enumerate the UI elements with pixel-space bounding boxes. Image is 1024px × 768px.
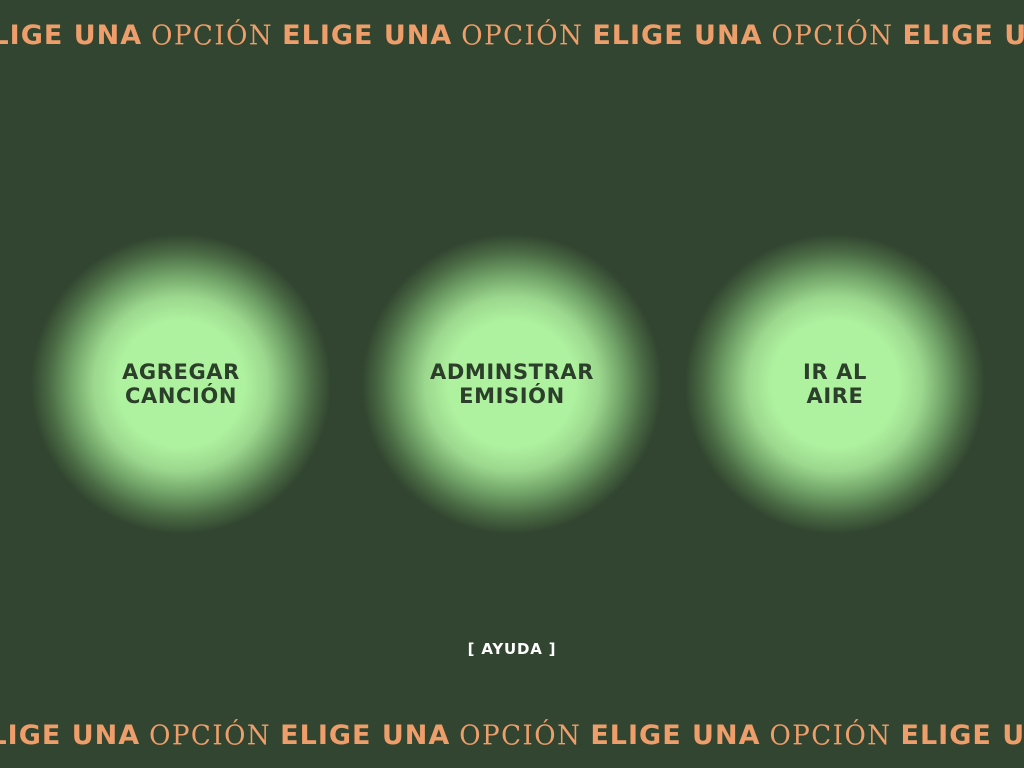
marquee-thin-text: OPCIÓN (769, 720, 892, 752)
add-song-label: AGREGAR CANCIÓN (122, 360, 240, 408)
help-link[interactable]: [ AYUDA ] (412, 638, 612, 660)
marquee-bold-text: ELIGE UNA (0, 720, 141, 751)
marquee-bold-text: ELIGE UNA (590, 720, 761, 751)
add-song-label-line2: CANCIÓN (124, 384, 238, 408)
bottom-marquee-banner: ELIGE UNA OPCIÓN ELIGE UNA OPCIÓN ELIGE UNA O… (0, 716, 1024, 756)
manage-broadcast-label-line1: ADMINSTRAR (429, 360, 594, 384)
go-on-air-label: IR AL AIRE (803, 360, 867, 408)
marquee-track: ELIGE UNA OPCIÓN ELIGE UNA OPCIÓN ELIGE UNA O… (0, 16, 1024, 56)
marquee-thin-text: OPCIÓN (149, 720, 272, 752)
go-on-air-label-line2: AIRE (806, 384, 864, 408)
marquee-bold-text: ELIGE UNA (902, 20, 1024, 51)
manage-broadcast-button[interactable]: ADMINSTRAR EMISIÓN (362, 234, 662, 534)
marquee-bold-text: ELIGE UNA (900, 720, 1024, 751)
manage-broadcast-label-line2: EMISIÓN (459, 384, 565, 408)
marquee-bold-text: ELIGE UNA (282, 20, 453, 51)
go-on-air-label-line1: IR AL (803, 360, 867, 384)
go-on-air-button[interactable]: IR AL AIRE (685, 234, 985, 534)
top-marquee-banner: ELIGE UNA OPCIÓN ELIGE UNA OPCIÓN ELIGE UNA O… (0, 16, 1024, 56)
add-song-label-line1: AGREGAR (122, 360, 240, 384)
marquee-thin-text: OPCIÓN (771, 20, 894, 52)
marquee-bold-text: ELIGE UNA (592, 20, 763, 51)
marquee-thin-text: OPCIÓN (151, 20, 274, 52)
marquee-track: ELIGE UNA OPCIÓN ELIGE UNA OPCIÓN ELIGE UNA O… (0, 716, 1024, 756)
manage-broadcast-label: ADMINSTRAR EMISIÓN (430, 360, 594, 408)
marquee-bold-text: ELIGE UNA (0, 20, 143, 51)
marquee-thin-text: OPCIÓN (459, 720, 582, 752)
marquee-thin-text: OPCIÓN (461, 20, 584, 52)
add-song-button[interactable]: AGREGAR CANCIÓN (31, 234, 331, 534)
marquee-bold-text: ELIGE UNA (280, 720, 451, 751)
